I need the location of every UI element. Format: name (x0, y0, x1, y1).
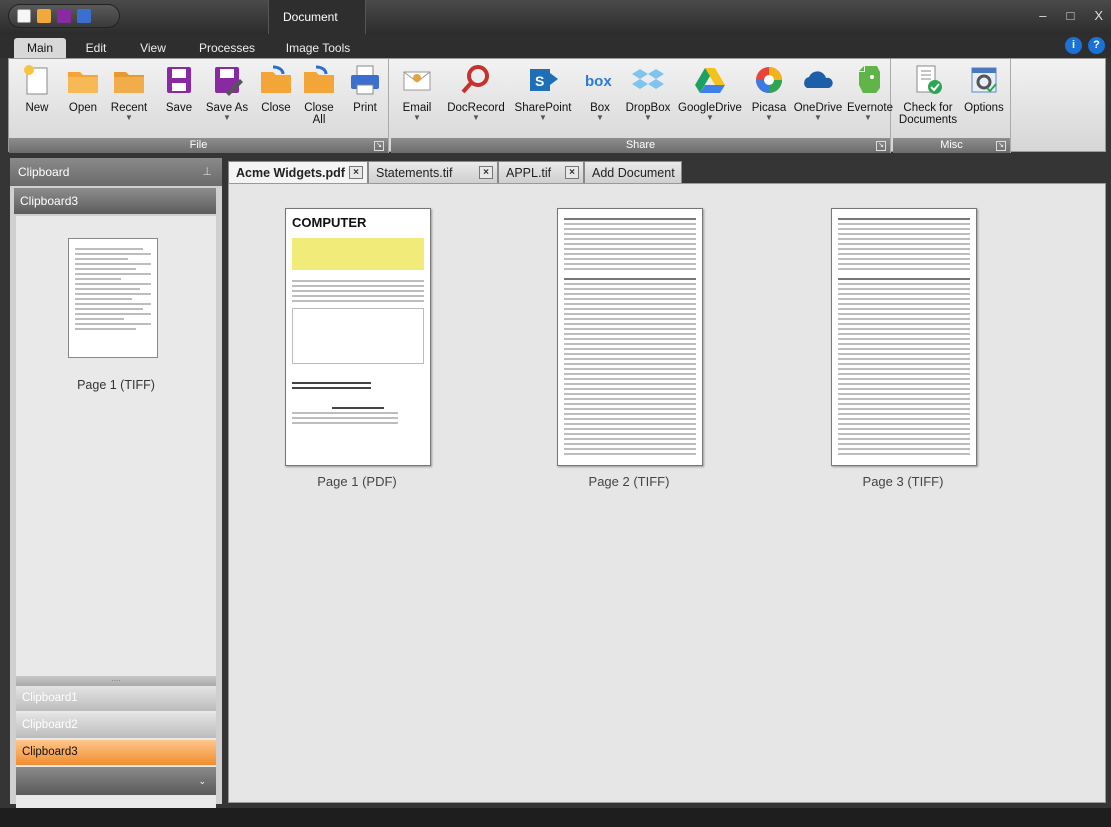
tab-edit[interactable]: Edit (76, 38, 116, 58)
sharepoint-icon: S (530, 69, 558, 91)
page-thumbnail-2[interactable] (557, 208, 703, 466)
googledrive-icon (695, 68, 725, 93)
docrecord-button[interactable]: DocRecord ▼ (445, 63, 507, 122)
help-icon[interactable]: ? (1088, 37, 1105, 54)
dropbox-button[interactable]: DropBox ▼ (623, 63, 673, 122)
clipboard2-tab[interactable]: Clipboard2 (16, 713, 216, 738)
clipboard-panel: Clipboard ⊥ Clipboard3 Page 1 (TIFF) ...… (10, 158, 222, 827)
close-tab-icon[interactable]: × (565, 166, 579, 179)
print-button[interactable]: Print (345, 63, 385, 114)
page-label: Page 1 (PDF) (317, 474, 397, 489)
clipboard-page-thumbnail[interactable] (68, 238, 158, 358)
share-launcher-icon[interactable]: ↘ (876, 141, 886, 151)
new-icon[interactable] (17, 9, 31, 23)
svg-text:box: box (585, 73, 612, 90)
sharepoint-button[interactable]: S SharePoint ▼ (509, 63, 577, 122)
dropbox-icon (632, 69, 664, 89)
clipboard1-tab[interactable]: Clipboard1 (16, 686, 216, 711)
open-folder-icon[interactable] (37, 9, 51, 23)
misc-group-label: Misc (893, 138, 1010, 153)
open-folder-icon (68, 72, 98, 93)
save-button[interactable]: Save (159, 63, 199, 114)
page-label: Page 2 (TIFF) (588, 474, 670, 489)
misc-launcher-icon[interactable]: ↘ (996, 141, 1006, 151)
save-icon (167, 67, 191, 93)
misc-group: Check for Documents Options Misc ↘ (893, 59, 1011, 153)
onedrive-button[interactable]: OneDrive ▼ (791, 63, 845, 122)
tab-processes[interactable]: Processes (194, 38, 260, 58)
email-icon (403, 71, 431, 91)
onedrive-icon (804, 71, 833, 88)
page-thumbnail-1[interactable]: COMPUTER (285, 208, 431, 466)
status-bar (0, 808, 1111, 827)
new-button[interactable]: New (17, 63, 57, 114)
ribbon: New Open Recent ▼ Save Save As ▼ Close C… (8, 58, 1106, 153)
minimize-button[interactable]: – (1039, 8, 1046, 23)
chevron-down-icon[interactable]: ⌄ (16, 767, 216, 795)
close-tab-icon[interactable]: × (479, 166, 493, 179)
tab-add-document[interactable]: Add Document (584, 161, 682, 183)
print-icon[interactable] (77, 9, 91, 23)
close-all-folder-icon (304, 65, 334, 93)
check-for-documents-button[interactable]: Check for Documents (897, 63, 959, 126)
panel-splitter[interactable]: .... (16, 675, 216, 686)
app-window: Document – □ X Main Edit View Processes … (0, 0, 1111, 827)
file-group-label: File (9, 138, 388, 153)
window-controls: – □ X (1039, 8, 1103, 23)
tab-image-tools[interactable]: Image Tools (278, 38, 358, 58)
options-gear-icon (971, 67, 997, 93)
clipboard-panel-header: Clipboard ⊥ (10, 158, 222, 186)
close-button[interactable]: X (1094, 8, 1103, 23)
recent-button[interactable]: Recent ▼ (105, 63, 153, 122)
clipboard-thumb-label: Page 1 (TIFF) (77, 378, 155, 392)
evernote-button[interactable]: Evernote ▼ (847, 63, 893, 122)
document-view: COMPUTER Page 1 (PDF) Page 2 (TIFF) Page… (228, 183, 1106, 803)
email-button[interactable]: Email ▼ (397, 63, 437, 122)
share-group: Email ▼ DocRecord ▼ S SharePoint ▼ box Box ▼… (391, 59, 893, 153)
tab-acme-widgets[interactable]: Acme Widgets.pdf × (228, 161, 368, 183)
share-group-label: Share (391, 138, 890, 153)
document-title: Document (268, 0, 366, 34)
box-button[interactable]: box Box ▼ (585, 63, 615, 122)
box-icon: box (585, 73, 612, 90)
close-tab-icon[interactable]: × (349, 166, 363, 179)
page-label: Page 3 (TIFF) (862, 474, 944, 489)
save-icon[interactable] (57, 9, 71, 23)
document-tabs: Acme Widgets.pdf × Statements.tif × APPL.t… (228, 161, 1106, 183)
file-group: New Open Recent ▼ Save Save As ▼ Close C… (9, 59, 389, 153)
page-thumbnail-3[interactable] (831, 208, 977, 466)
save-as-button[interactable]: Save As ▼ (201, 63, 253, 122)
active-clipboard-title: Clipboard3 (14, 188, 216, 214)
open-button[interactable]: Open (61, 63, 105, 114)
close-folder-icon (261, 65, 291, 93)
tab-statements[interactable]: Statements.tif × (368, 161, 498, 183)
evernote-icon (859, 66, 880, 93)
invoice-heading: COMPUTER (292, 215, 367, 230)
options-button[interactable]: Options (961, 63, 1007, 114)
clipboard3-tab[interactable]: Clipboard3 (16, 740, 216, 765)
ribbon-tab-bar: Main Edit View Processes Image Tools i ? (0, 34, 1111, 58)
pin-icon[interactable]: ⊥ (202, 158, 212, 186)
recent-folder-icon (114, 72, 144, 93)
new-document-icon (24, 65, 48, 95)
close-all-button[interactable]: Close All (299, 63, 339, 126)
printer-icon (351, 65, 379, 95)
picasa-icon (756, 67, 782, 93)
check-documents-icon (916, 65, 942, 94)
docrecord-icon (461, 65, 489, 94)
info-icon[interactable]: i (1065, 37, 1082, 54)
quick-access-toolbar (8, 4, 120, 28)
tab-view[interactable]: View (130, 38, 176, 58)
svg-text:S: S (535, 73, 544, 89)
title-bar: Document – □ X (0, 0, 1111, 34)
save-as-icon (215, 67, 243, 96)
close-file-button[interactable]: Close (259, 63, 293, 114)
picasa-button[interactable]: Picasa ▼ (747, 63, 791, 122)
tab-appl[interactable]: APPL.tif × (498, 161, 584, 183)
googledrive-button[interactable]: GoogleDrive ▼ (675, 63, 745, 122)
tab-main[interactable]: Main (14, 38, 66, 58)
maximize-button[interactable]: □ (1066, 8, 1074, 23)
file-launcher-icon[interactable]: ↘ (374, 141, 384, 151)
